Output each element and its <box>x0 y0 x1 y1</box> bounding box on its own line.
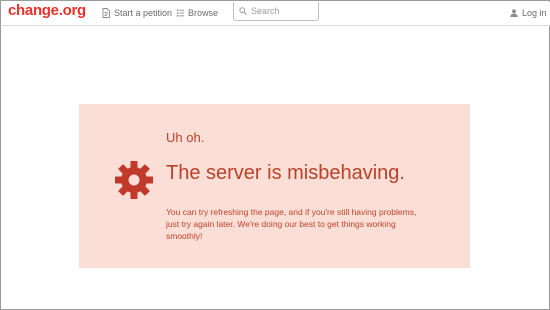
error-message: You can try refreshing the page, and if … <box>166 207 417 241</box>
browse-label: Browse <box>188 8 219 18</box>
login-label: Log in <box>522 8 547 18</box>
login-link[interactable]: Log in <box>510 6 547 20</box>
error-panel: Uh oh. The server is misbehaving. You ca… <box>79 104 470 268</box>
list-icon <box>177 9 184 17</box>
search-icon <box>239 7 247 15</box>
error-title: Uh oh. <box>166 130 205 145</box>
start-petition-label: Start a petition <box>114 8 173 18</box>
change-org-logo[interactable]: change.org <box>8 2 86 20</box>
top-navbar: change.org Start a petition Browse Searc… <box>2 2 550 26</box>
user-icon <box>510 9 518 17</box>
search-box[interactable] <box>233 2 319 21</box>
search-input[interactable] <box>251 4 311 18</box>
browser-page: change.org Start a petition Browse Searc… <box>0 0 550 310</box>
document-icon <box>102 8 110 18</box>
browse-link[interactable]: Browse <box>177 6 218 20</box>
error-headline: The server is misbehaving. <box>166 162 405 184</box>
start-petition-link[interactable]: Start a petition <box>102 6 172 20</box>
gear-icon <box>115 161 153 199</box>
